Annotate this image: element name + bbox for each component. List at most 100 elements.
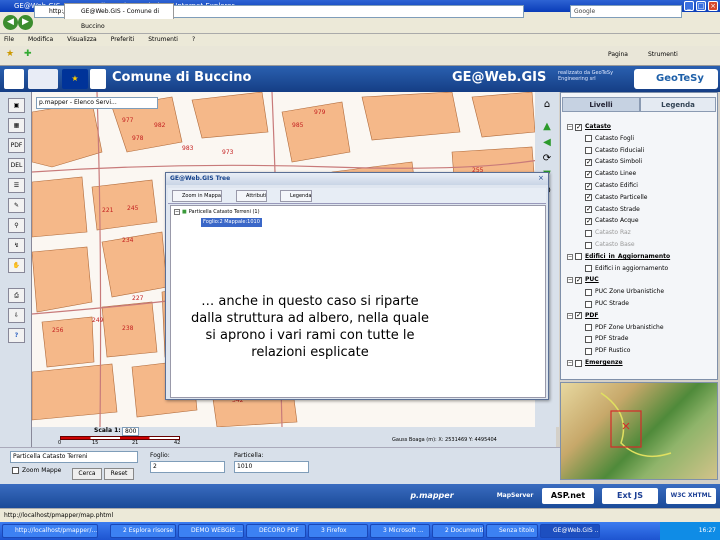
- taskbar-item[interactable]: http://localhost/pmapper/...: [2, 524, 98, 538]
- taskbar-item[interactable]: DEMO WEBGIS ...: [178, 524, 244, 538]
- expand-icon[interactable]: −: [567, 253, 573, 260]
- layer-checkbox[interactable]: [585, 216, 592, 226]
- layer-query-select[interactable]: Particella Catasto Terreni: [10, 451, 138, 463]
- layer-item[interactable]: Catasto Linee: [585, 169, 636, 179]
- tab-legenda[interactable]: Legenda: [640, 97, 716, 112]
- layer-item[interactable]: PUC Zone Urbanistiche: [585, 287, 664, 297]
- favorites-star-icon[interactable]: ★: [6, 49, 14, 59]
- refresh-icon[interactable]: ⟳: [539, 152, 555, 166]
- layer-checkbox[interactable]: [585, 147, 592, 155]
- reset-button[interactable]: Reset: [104, 468, 134, 480]
- layer-checkbox[interactable]: [585, 265, 592, 273]
- toolbar-strumenti[interactable]: Strumenti: [648, 51, 678, 58]
- layer-checkbox[interactable]: [585, 192, 592, 202]
- menu-modifica[interactable]: Modifica: [28, 34, 53, 46]
- layer-checkbox[interactable]: [575, 359, 582, 367]
- search-input[interactable]: Google: [570, 5, 682, 18]
- layer-checkbox[interactable]: [585, 335, 592, 343]
- tree-zoom-button[interactable]: Zoom in Mappa: [172, 190, 222, 202]
- pan-left-icon[interactable]: ◀: [539, 136, 555, 150]
- measure-icon[interactable]: ✎: [8, 198, 25, 213]
- layer-item[interactable]: Catasto Strade: [585, 204, 640, 215]
- layer-item[interactable]: Catasto Simboli: [585, 157, 642, 167]
- expand-icon[interactable]: −: [567, 312, 573, 319]
- back-icon[interactable]: ◀: [3, 15, 18, 30]
- layer-checkbox[interactable]: [585, 300, 592, 308]
- scale-input[interactable]: 800: [122, 427, 140, 436]
- close-button[interactable]: ×: [708, 1, 718, 11]
- print-icon[interactable]: ⎙: [8, 288, 25, 303]
- layer-group[interactable]: − PUC: [567, 275, 599, 285]
- tab-active[interactable]: GE@Web.GIS - Comune di Buccino: [64, 3, 174, 30]
- layer-checkbox[interactable]: [585, 135, 592, 143]
- layer-group[interactable]: − Edifici_in_Aggiornamento: [567, 252, 670, 262]
- expand-icon[interactable]: −: [567, 360, 573, 366]
- grid-icon[interactable]: ▦: [8, 118, 25, 133]
- overview-map[interactable]: [560, 382, 718, 480]
- layer-item[interactable]: Catasto Edifici: [585, 181, 638, 191]
- layer-checkbox[interactable]: [585, 288, 592, 296]
- layer-checkbox[interactable]: [575, 275, 582, 285]
- layer-item[interactable]: Catasto Particelle: [585, 192, 647, 203]
- layer-checkbox[interactable]: [575, 122, 582, 132]
- taskbar-item[interactable]: 3 Firefox: [308, 524, 368, 538]
- layer-checkbox[interactable]: [575, 310, 582, 320]
- tree-attributes-button[interactable]: Attributi: [236, 190, 268, 202]
- layer-item[interactable]: PDF Zone Urbanistiche: [585, 323, 664, 333]
- layer-checkbox[interactable]: [585, 169, 592, 179]
- hand-icon[interactable]: ✋: [8, 258, 25, 273]
- layer-checkbox[interactable]: [585, 324, 592, 332]
- layer-item[interactable]: PDF Rustico: [585, 346, 630, 356]
- layer-item[interactable]: PUC Strade: [585, 299, 629, 309]
- layers-icon[interactable]: ☰: [8, 178, 25, 193]
- download-icon[interactable]: ⇩: [8, 308, 25, 323]
- layer-checkbox[interactable]: [585, 157, 592, 167]
- map-service-select[interactable]: p.mapper - Elenco Servi...: [36, 97, 158, 109]
- layer-item[interactable]: Catasto Acque: [585, 216, 639, 226]
- tree-root-node[interactable]: − ■ Particella Catasto Terreni (1): [174, 209, 260, 215]
- layer-checkbox[interactable]: [575, 253, 582, 261]
- particella-input[interactable]: 1010: [234, 461, 309, 473]
- layer-checkbox[interactable]: [585, 229, 592, 237]
- home-icon[interactable]: ⌂: [539, 98, 555, 112]
- taskbar-item[interactable]: DECORO PDF: [246, 524, 306, 538]
- layer-checkbox[interactable]: [585, 347, 592, 355]
- layer-item[interactable]: Catasto Base: [585, 240, 635, 250]
- expand-icon[interactable]: −: [567, 277, 573, 284]
- add-favorite-icon[interactable]: ✚: [24, 49, 32, 59]
- menu-help[interactable]: ?: [192, 34, 195, 46]
- toolbar-pagina[interactable]: Pagina: [608, 51, 628, 58]
- layer-item[interactable]: Catasto Raz: [585, 228, 631, 238]
- layer-checkbox[interactable]: [585, 241, 592, 249]
- layer-group[interactable]: − PDF: [567, 310, 598, 321]
- layer-item[interactable]: PDF Strade: [585, 334, 628, 344]
- menu-file[interactable]: File: [4, 34, 14, 46]
- route-icon[interactable]: ↯: [8, 238, 25, 253]
- menu-strumenti[interactable]: Strumenti: [148, 34, 178, 46]
- layer-group[interactable]: − Catasto: [567, 122, 611, 132]
- foglio-input[interactable]: 2: [150, 461, 225, 473]
- zoom-select-icon[interactable]: ▣: [8, 98, 25, 113]
- layer-item[interactable]: Edifici in aggiornamento: [585, 264, 668, 274]
- expand-icon[interactable]: −: [567, 124, 573, 130]
- tree-child-node[interactable]: Foglio:2 Mappale:1010: [201, 218, 262, 227]
- layer-group[interactable]: − Emergenze: [567, 358, 623, 368]
- layer-checkbox[interactable]: [585, 181, 592, 191]
- identify-icon[interactable]: DEL: [8, 158, 25, 173]
- cerca-button[interactable]: Cerca: [72, 468, 102, 480]
- zoom-map-checkbox[interactable]: [12, 467, 19, 474]
- zoom-map-option[interactable]: Zoom Mappe: [12, 467, 61, 474]
- help-icon[interactable]: ?: [8, 328, 25, 343]
- taskbar-item-active[interactable]: GE@Web.GIS ...: [540, 524, 600, 538]
- pin-icon[interactable]: ⚲: [8, 218, 25, 233]
- minimize-button[interactable]: _: [684, 1, 694, 11]
- tree-collapse-icon[interactable]: −: [174, 209, 180, 215]
- taskbar-item[interactable]: Senza titolo ...: [486, 524, 538, 538]
- dialog-close-icon[interactable]: ×: [538, 174, 544, 182]
- maximize-button[interactable]: □: [696, 1, 706, 11]
- layer-item[interactable]: Catasto Fogli: [585, 134, 634, 144]
- menu-preferiti[interactable]: Preferiti: [111, 34, 135, 46]
- pdf-icon[interactable]: PDF: [8, 138, 25, 153]
- tab-livelli[interactable]: Livelli: [562, 97, 640, 112]
- layer-item[interactable]: Catasto Fiduciali: [585, 146, 644, 156]
